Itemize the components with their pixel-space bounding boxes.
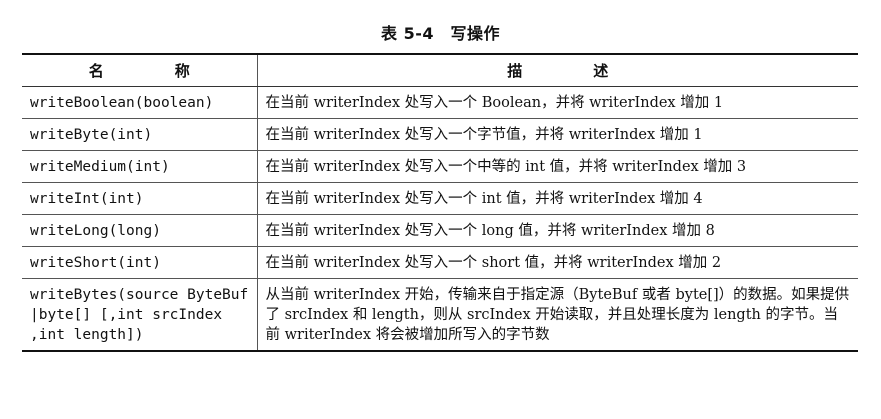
method-name: writeByte(int) — [22, 118, 258, 151]
table-row: writeMedium(int) 在当前 writerIndex 处写入一个中等… — [22, 150, 858, 183]
header-name: 名 称 — [22, 54, 258, 87]
table-row: writeByte(int) 在当前 writerIndex 处写入一个字节值，… — [22, 118, 858, 151]
method-description: 在当前 writerIndex 处写入一个字节值，并将 writerIndex … — [257, 118, 858, 151]
table-row: writeBytes(source ByteBuf |byte[] [,int … — [22, 278, 858, 352]
table-header-row: 名 称 描 述 — [22, 54, 858, 87]
table-caption: 表 5-4 写操作 — [381, 24, 500, 43]
method-description: 在当前 writerIndex 处写入一个 long 值，并将 writerIn… — [257, 214, 858, 247]
method-name: writeMedium(int) — [22, 150, 258, 183]
table-row: writeInt(int) 在当前 writerIndex 处写入一个 int … — [22, 182, 858, 215]
table-row: writeLong(long) 在当前 writerIndex 处写入一个 lo… — [22, 214, 858, 247]
write-operations-table: 名 称 描 述 writeBoolean(boolean) 在当前 writer… — [22, 53, 858, 352]
method-name: writeShort(int) — [22, 246, 258, 279]
method-name: writeInt(int) — [22, 182, 258, 215]
method-description: 在当前 writerIndex 处写入一个 short 值，并将 writerI… — [257, 246, 858, 279]
method-name: writeBytes(source ByteBuf |byte[] [,int … — [22, 278, 258, 352]
method-description: 在当前 writerIndex 处写入一个 int 值，并将 writerInd… — [257, 182, 858, 215]
header-description: 描 述 — [257, 54, 858, 87]
method-description: 从当前 writerIndex 开始，传输来自于指定源（ByteBuf 或者 b… — [257, 278, 858, 352]
table-row: writeShort(int) 在当前 writerIndex 处写入一个 sh… — [22, 246, 858, 279]
method-name: writeLong(long) — [22, 214, 258, 247]
table-row: writeBoolean(boolean) 在当前 writerIndex 处写… — [22, 86, 858, 119]
method-name: writeBoolean(boolean) — [22, 86, 258, 119]
method-description: 在当前 writerIndex 处写入一个中等的 int 值，并将 writer… — [257, 150, 858, 183]
method-description: 在当前 writerIndex 处写入一个 Boolean，并将 writerI… — [257, 86, 858, 119]
